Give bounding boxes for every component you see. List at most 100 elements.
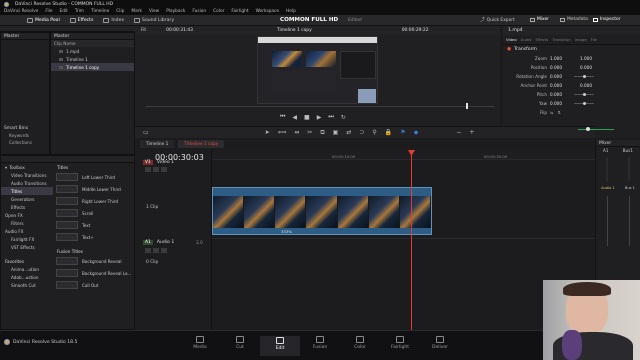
viewer-zoom[interactable]: Fit xyxy=(141,28,146,33)
fx-category[interactable]: Audio Transitions xyxy=(1,179,53,187)
menu-item[interactable]: Clip xyxy=(116,9,124,14)
audio-track-name[interactable]: Audio 1 xyxy=(157,240,174,245)
param-x[interactable]: 0.000 xyxy=(550,74,568,79)
stop-icon[interactable]: ■ xyxy=(304,114,310,121)
fx-category[interactable]: Generators xyxy=(1,195,53,203)
param-row[interactable]: Zoom 1.000 1.000 xyxy=(503,54,640,63)
favorites-header[interactable]: Favorites xyxy=(1,257,53,265)
transform-section[interactable]: ● Transform xyxy=(503,45,640,54)
flip-vertical-icon[interactable]: ⇅ xyxy=(558,110,562,115)
timeline-tab[interactable]: Timeline 1 xyxy=(140,140,175,148)
param-row[interactable]: Anchor Point 0.000 0.000 xyxy=(503,81,640,90)
page-fusion[interactable]: Fusion xyxy=(300,336,340,350)
clip-row[interactable]: Timeline 1 xyxy=(51,55,134,63)
favorite-item[interactable]: Adob...ustion xyxy=(1,273,53,281)
timeline-tab-active[interactable]: Timeline 1 copy xyxy=(178,140,225,148)
tab-transition[interactable]: Transition xyxy=(552,37,570,42)
solo-icon[interactable] xyxy=(161,248,167,253)
effects-button[interactable]: Effects xyxy=(65,17,99,23)
mute-icon[interactable] xyxy=(153,248,159,253)
volume-slider[interactable] xyxy=(578,129,614,130)
select-tool-icon[interactable]: ➤ xyxy=(265,129,270,136)
param-y[interactable]: 0.000 xyxy=(580,83,598,88)
menu-item[interactable]: Fairlight xyxy=(231,9,248,14)
menu-item[interactable]: Workspace xyxy=(256,9,280,14)
fx-category[interactable]: VST Effects xyxy=(1,243,53,251)
fx-category[interactable]: Video Transitions xyxy=(1,171,53,179)
title-item[interactable]: Right Lower Third xyxy=(53,195,135,207)
page-color[interactable]: Color xyxy=(340,336,380,350)
tab-audio[interactable]: Audio xyxy=(521,37,532,42)
param-x[interactable]: 0.000 xyxy=(550,101,568,106)
go-start-icon[interactable]: ⏮ xyxy=(280,113,285,121)
fx-category[interactable]: Audio FX xyxy=(1,227,53,235)
clip-row[interactable]: Timeline 1 copy xyxy=(51,63,134,71)
menu-item[interactable]: View xyxy=(149,9,159,14)
param-x[interactable]: 1.000 xyxy=(550,56,568,61)
page-cut[interactable]: Cut xyxy=(220,336,260,350)
param-x[interactable]: 0.000 xyxy=(550,65,568,70)
marker-icon[interactable]: ◆ xyxy=(414,129,419,136)
video-track-name[interactable]: Video 1 xyxy=(157,160,174,165)
fx-category[interactable]: Titles xyxy=(1,187,53,195)
fusion-title-item[interactable]: Background Reveal Lo... xyxy=(53,267,135,279)
tab-file[interactable]: File xyxy=(591,37,597,42)
timeline-ruler[interactable]: 00:00:15:00 00:00:30:00 xyxy=(212,150,595,160)
title-item[interactable]: Left Lower Third xyxy=(53,171,135,183)
menu-item[interactable]: DaVinci Resolve xyxy=(4,9,38,14)
title-item[interactable]: Text+ xyxy=(53,231,135,243)
page-media[interactable]: Media xyxy=(180,336,220,350)
param-slider[interactable] xyxy=(574,102,594,105)
tab-video[interactable]: Video xyxy=(506,37,517,42)
blade-tool-icon[interactable]: ✂ xyxy=(307,129,312,136)
replace-icon[interactable]: ⇄ xyxy=(346,129,351,136)
param-row[interactable]: Yaw 0.000 xyxy=(503,99,640,108)
overwrite-icon[interactable]: ▣ xyxy=(333,129,339,136)
tab-effects[interactable]: Effects xyxy=(535,37,548,42)
param-row[interactable]: Rotation Angle 0.000 xyxy=(503,72,640,81)
smart-bins-header[interactable]: Smart Bins xyxy=(1,125,49,132)
fader-bus1[interactable] xyxy=(628,196,630,246)
param-y[interactable]: 0.000 xyxy=(580,65,598,70)
clip-name-column[interactable]: Clip Name xyxy=(51,40,134,47)
menu-item[interactable]: Mark xyxy=(131,9,142,14)
menu-item[interactable]: Trim xyxy=(75,9,84,14)
fusion-title-item[interactable]: Call Out xyxy=(53,279,135,291)
page-edit[interactable]: Edit xyxy=(260,336,300,356)
go-end-icon[interactable]: ⏭ xyxy=(328,113,333,121)
fx-category[interactable]: Filters xyxy=(1,219,53,227)
title-item[interactable]: Scroll xyxy=(53,207,135,219)
sound-library-button[interactable]: Sound Library xyxy=(129,17,179,23)
param-row[interactable]: Flip ⇋ ⇅ xyxy=(503,108,640,117)
inspector-button[interactable]: Inspector xyxy=(593,17,620,22)
param-row[interactable]: Pitch 0.000 xyxy=(503,90,640,99)
viewer-screen[interactable] xyxy=(257,36,378,104)
loop-icon[interactable]: ↻ xyxy=(341,114,346,121)
index-button[interactable]: Index xyxy=(98,17,129,23)
track-visibility-icon[interactable] xyxy=(161,167,167,172)
trim-tool-icon[interactable]: ⟺ xyxy=(278,129,287,136)
fx-category[interactable]: Open FX xyxy=(1,211,53,219)
lock-track-icon[interactable] xyxy=(145,248,151,253)
param-slider[interactable] xyxy=(574,93,594,96)
fx-toolbox[interactable]: ▾ Toolbox xyxy=(1,163,53,171)
viewer-scrubber-handle[interactable] xyxy=(466,103,468,109)
lock-track-icon[interactable] xyxy=(145,167,151,172)
fusion-title-item[interactable]: Background Reveal xyxy=(53,255,135,267)
quick-export-button[interactable]: ⤴ Quick Export xyxy=(480,17,515,24)
metadata-button[interactable]: Metadata xyxy=(560,17,588,22)
param-y[interactable]: 1.000 xyxy=(580,56,598,61)
snapping-icon[interactable]: ⊃ xyxy=(359,129,364,136)
smart-bin-collections[interactable]: Collections xyxy=(1,139,49,146)
clip-row[interactable]: 1.mp4 xyxy=(51,47,134,55)
page-deliver[interactable]: Deliver xyxy=(420,336,460,350)
menu-item[interactable]: Color xyxy=(213,9,224,14)
tab-image[interactable]: Image xyxy=(575,37,587,42)
title-item[interactable]: Text xyxy=(53,219,135,231)
layout-icon[interactable]: ▭ xyxy=(143,129,149,136)
menu-item[interactable]: Timeline xyxy=(91,9,109,14)
param-row[interactable]: Position 0.000 0.000 xyxy=(503,63,640,72)
insert-icon[interactable]: ⧉ xyxy=(320,129,324,137)
mixer-button[interactable]: Mixer xyxy=(530,17,549,22)
flip-horizontal-icon[interactable]: ⇋ xyxy=(550,110,554,115)
